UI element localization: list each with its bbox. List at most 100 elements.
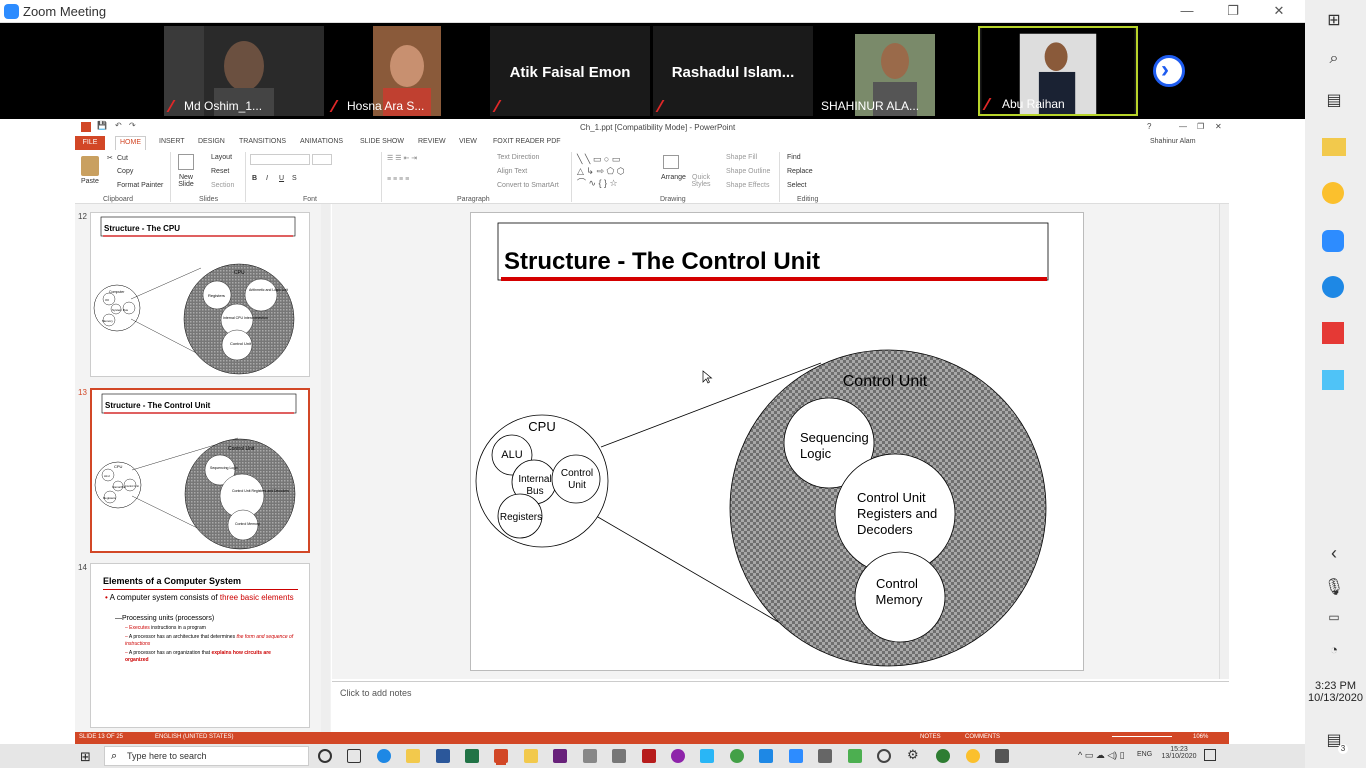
format-painter-button[interactable]: Format Painter: [117, 182, 163, 189]
file-explorer-icon[interactable]: [1322, 138, 1346, 156]
quick-styles-button[interactable]: Quick Styles: [691, 174, 711, 188]
notes-pane[interactable]: Click to add notes: [332, 681, 1229, 732]
notification-icon[interactable]: [1204, 749, 1216, 761]
layout-button[interactable]: Layout: [211, 154, 232, 161]
app-icon[interactable]: [671, 749, 685, 763]
store-icon[interactable]: [848, 749, 862, 763]
arrange-icon[interactable]: [663, 155, 679, 169]
zoom-icon[interactable]: [1322, 230, 1344, 252]
slide-scrollbar[interactable]: [1219, 204, 1229, 679]
comments-button[interactable]: COMMENTS: [965, 734, 1000, 740]
app-icon[interactable]: [759, 749, 773, 763]
app-icon[interactable]: [642, 749, 656, 763]
slide-thumbnail[interactable]: Elements of a Computer System • A comput…: [90, 563, 310, 728]
notes-button[interactable]: NOTES: [920, 734, 941, 740]
language-status[interactable]: ENGLISH (UNITED STATES): [155, 734, 233, 740]
zoom-taskbar-icon[interactable]: [789, 749, 803, 763]
office-icon[interactable]: [1322, 322, 1344, 344]
participant-tile[interactable]: SHAHINUR ALA...: [815, 26, 975, 116]
slide-thumbnail-selected[interactable]: Structure - The Control Unit Control Uni…: [90, 388, 310, 553]
tab-transitions[interactable]: TRANSITIONS: [239, 138, 286, 145]
ppt-minimize-icon[interactable]: —: [1179, 122, 1187, 131]
align-text-button[interactable]: Align Text: [497, 168, 527, 175]
paste-button[interactable]: Paste: [81, 178, 99, 185]
bullets-icon[interactable]: ☰ ☰ ⇤ ⇥: [387, 154, 417, 162]
select-button[interactable]: Select: [787, 182, 806, 189]
font-family-select[interactable]: [250, 154, 310, 165]
windows-start-icon[interactable]: ⊞: [80, 749, 91, 765]
shape-effects-button[interactable]: Shape Effects: [726, 182, 769, 189]
help-icon[interactable]: ?: [1147, 122, 1151, 131]
bold-icon[interactable]: B: [252, 175, 257, 182]
app-icon[interactable]: [936, 749, 950, 763]
maximize-icon[interactable]: ❐: [1218, 2, 1248, 20]
new-slide-icon[interactable]: [178, 154, 194, 170]
participant-tile[interactable]: Atik Faisal Emon: [490, 26, 650, 116]
shape-fill-button[interactable]: Shape Fill: [726, 154, 757, 161]
tab-design[interactable]: DESIGN: [198, 138, 225, 145]
sticky-notes-icon[interactable]: [524, 749, 538, 763]
tab-animations[interactable]: ANIMATIONS: [300, 138, 343, 145]
sidebar-clock[interactable]: 3:23 PM 10/13/2020: [1305, 680, 1366, 704]
cortana-icon[interactable]: [318, 749, 332, 763]
taskbar-clock[interactable]: 15:23 13/10/2020: [1160, 746, 1198, 760]
edge-icon[interactable]: [1322, 276, 1344, 298]
replace-button[interactable]: Replace: [787, 168, 813, 175]
task-view-icon[interactable]: ▤: [1322, 90, 1346, 110]
shadow-icon[interactable]: S: [292, 175, 297, 182]
reset-button[interactable]: Reset: [211, 168, 229, 175]
powerpoint-icon[interactable]: [494, 749, 508, 763]
find-button[interactable]: Find: [787, 154, 801, 161]
cut-button[interactable]: Cut: [117, 155, 128, 162]
app-icon[interactable]: [730, 749, 744, 763]
word-icon[interactable]: [436, 749, 450, 763]
app-icon[interactable]: [583, 749, 597, 763]
participant-tile[interactable]: Hosna Ara S...: [327, 26, 487, 116]
text-direction-button[interactable]: Text Direction: [497, 154, 539, 161]
tab-view[interactable]: VIEW: [459, 138, 477, 145]
slide-canvas[interactable]: Structure - The Control Unit CPU ALU Int…: [470, 212, 1084, 671]
participant-tile[interactable]: Rashadul Islam...: [653, 26, 813, 116]
calculator-icon[interactable]: [612, 749, 626, 763]
tray-icons[interactable]: ^ ▭ ☁ ◁) ▯: [1078, 750, 1125, 761]
align-icons[interactable]: ≡ ≡ ≡ ≡: [387, 176, 409, 183]
italic-icon[interactable]: I: [266, 175, 268, 182]
underline-icon[interactable]: U: [279, 175, 284, 182]
app-icon[interactable]: [1322, 370, 1344, 390]
participant-tile-active[interactable]: Abu Raihan: [978, 26, 1138, 116]
chrome-icon[interactable]: [966, 749, 980, 763]
zoom-level[interactable]: 106%: [1193, 734, 1208, 740]
wifi-icon[interactable]: ◔: [1322, 642, 1346, 662]
zoom-slider[interactable]: [1112, 736, 1172, 737]
section-button[interactable]: Section: [211, 182, 234, 189]
tab-slide-show[interactable]: SLIDE SHOW: [360, 138, 404, 145]
slide-thumbnail[interactable]: Structure - The CPU CPU Registers Arithm…: [90, 212, 310, 377]
tab-foxit[interactable]: FOXIT READER PDF: [493, 138, 561, 145]
new-slide-button[interactable]: New Slide: [175, 174, 197, 188]
ppt-restore-icon[interactable]: ❐: [1197, 122, 1204, 131]
edge-icon[interactable]: [377, 749, 391, 763]
arrange-button[interactable]: Arrange: [661, 174, 686, 181]
tab-file[interactable]: FILE: [75, 136, 105, 150]
shape-outline-button[interactable]: Shape Outline: [726, 168, 770, 175]
visual-studio-icon[interactable]: [553, 749, 567, 763]
battery-icon[interactable]: ▭: [1322, 610, 1346, 630]
participant-tile[interactable]: Md Oshim_1...: [164, 26, 324, 116]
font-size-select[interactable]: [312, 154, 332, 165]
tab-home[interactable]: HOME: [115, 136, 146, 150]
app-icon[interactable]: [877, 749, 891, 763]
save-icon[interactable]: 💾: [97, 121, 107, 130]
notification-center-icon[interactable]: ▤ 3: [1322, 730, 1348, 754]
copy-button[interactable]: Copy: [117, 168, 133, 175]
file-explorer-icon[interactable]: [406, 749, 420, 763]
microphone-icon[interactable]: 🎙: [1322, 577, 1346, 597]
thumbs-scrollbar[interactable]: [321, 204, 330, 732]
chevron-left-icon[interactable]: ‹: [1322, 543, 1346, 563]
shapes-gallery[interactable]: ╲ ╲ ▭ ○ ▭ △ ↳ ⇨ ⬠ ⬡ ⌒ ∿ { } ☆: [577, 153, 625, 189]
excel-icon[interactable]: [465, 749, 479, 763]
language-indicator[interactable]: ENG: [1137, 751, 1152, 758]
undo-icon[interactable]: ↶: [115, 121, 122, 130]
taskbar-search[interactable]: ⌕ Type here to search: [104, 746, 309, 766]
next-page-button[interactable]: ›: [1153, 55, 1185, 87]
search-icon[interactable]: ⌕: [1322, 50, 1346, 70]
